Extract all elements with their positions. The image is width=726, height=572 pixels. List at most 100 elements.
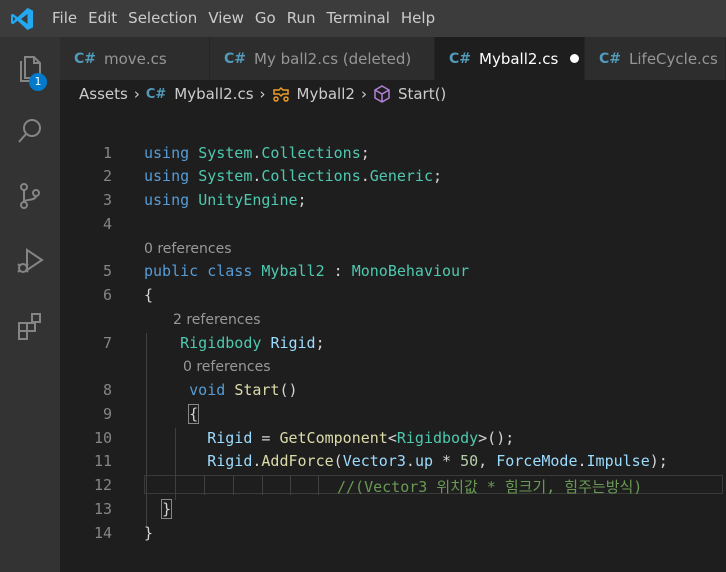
- punct: =: [261, 429, 271, 447]
- menu-help[interactable]: Help: [401, 0, 443, 37]
- line-number: 1: [102, 144, 112, 162]
- indent-guide: [204, 475, 205, 495]
- punct: );: [649, 452, 668, 470]
- property: up: [414, 452, 433, 470]
- breadcrumb-file[interactable]: Myball2.cs: [174, 85, 253, 103]
- code-line: using UnityEngine;: [144, 191, 307, 209]
- line-number: 11: [93, 452, 112, 470]
- codelens-field-references[interactable]: 2 references: [173, 312, 261, 328]
- tab-move-cs[interactable]: C# move.cs: [60, 37, 210, 80]
- namespace: Collections: [261, 167, 361, 185]
- run-debug-button[interactable]: [0, 236, 60, 286]
- codelens-method-references[interactable]: 0 references: [183, 359, 271, 375]
- csharp-file-icon: C#: [74, 50, 97, 67]
- menu-edit[interactable]: Edit: [88, 0, 125, 37]
- punct: ,: [478, 452, 488, 470]
- tab-myball2-cs[interactable]: C# Myball2.cs: [435, 37, 585, 80]
- search-button[interactable]: [0, 106, 60, 156]
- namespace: System: [198, 167, 253, 185]
- namespace: UnityEngine: [198, 191, 298, 209]
- keyword: class: [207, 262, 253, 280]
- extensions-button[interactable]: [0, 301, 60, 351]
- tab-lifecycle-cs[interactable]: C# LifeCycle.cs: [585, 37, 726, 80]
- menu-view[interactable]: View: [208, 0, 252, 37]
- punct: .: [577, 452, 587, 470]
- csharp-file-icon: C#: [145, 86, 167, 102]
- line-number: 14: [93, 524, 112, 542]
- menu-run[interactable]: Run: [287, 0, 324, 37]
- code-line: }: [144, 524, 154, 542]
- menu-go[interactable]: Go: [255, 0, 284, 37]
- title-bar: File Edit Selection View Go Run Terminal…: [0, 0, 726, 37]
- code-line: {: [144, 404, 200, 424]
- punct: (: [333, 452, 343, 470]
- punct: ;: [360, 144, 370, 162]
- namespace: Collections: [261, 144, 361, 162]
- indent-guide: [318, 475, 319, 495]
- method-name: Start: [234, 381, 280, 399]
- keyword: using: [144, 191, 190, 209]
- code-line: Rigidbody Rigid;: [144, 334, 325, 352]
- indent-guide: [233, 475, 234, 495]
- number: 50: [460, 452, 479, 470]
- line-number: 10: [93, 429, 112, 447]
- keyword: public: [144, 262, 199, 280]
- code-line: Rigid.AddForce(Vector3.up * 50, ForceMod…: [144, 452, 668, 470]
- breadcrumb: Assets › C# Myball2.cs › Myball2 › Start…: [60, 80, 726, 108]
- variable: Rigid: [207, 429, 253, 447]
- code-editor[interactable]: 1 2 3 4 5 6 7 8 9 10 11 12 13 14 using S…: [60, 108, 726, 572]
- code-line: using System.Collections;: [144, 144, 370, 162]
- punct: (): [279, 381, 298, 399]
- punct: :: [333, 262, 343, 280]
- line-number: 5: [102, 262, 112, 280]
- extensions-icon: [18, 313, 41, 340]
- variable: Rigid: [207, 452, 253, 470]
- method-symbol-icon: [374, 85, 390, 103]
- comment-line: //(Vector3 위치값 * 힘크기, 힘주는방식): [337, 478, 643, 496]
- tab-label: My ball2.cs (deleted): [254, 49, 412, 68]
- codelens-class-references[interactable]: 0 references: [144, 241, 232, 257]
- chevron-right-icon: ›: [133, 85, 140, 103]
- indent-guide: [262, 475, 263, 495]
- line-number: 9: [102, 405, 112, 423]
- class-symbol-icon: [272, 86, 289, 102]
- matched-bracket: {: [188, 404, 200, 424]
- enum-name: ForceMode: [496, 452, 578, 470]
- breadcrumb-class[interactable]: Myball2: [297, 85, 355, 103]
- explorer-badge: 1: [29, 73, 47, 91]
- punct: >();: [478, 429, 515, 447]
- tab-label: LifeCycle.cs: [629, 49, 718, 68]
- code-line: void Start(): [144, 381, 298, 399]
- source-control-button[interactable]: [0, 171, 60, 221]
- csharp-file-icon: C#: [449, 50, 472, 67]
- line-number: 3: [102, 191, 112, 209]
- base-class: MonoBehaviour: [351, 262, 470, 280]
- code-line: Rigid = GetComponent<Rigidbody>();: [144, 429, 514, 447]
- line-number: 7: [102, 334, 112, 352]
- namespace: Generic: [369, 167, 433, 185]
- method-call: AddForce: [261, 452, 334, 470]
- punct: ;: [297, 191, 307, 209]
- namespace: System: [198, 144, 253, 162]
- keyword: using: [144, 144, 190, 162]
- code-line: }: [144, 499, 173, 519]
- punct: <: [387, 429, 397, 447]
- type-name: Vector3: [342, 452, 406, 470]
- menu-selection[interactable]: Selection: [128, 0, 205, 37]
- code-line: public class Myball2 : MonoBehaviour: [144, 262, 469, 280]
- menu-terminal[interactable]: Terminal: [327, 0, 398, 37]
- menu-file[interactable]: File: [52, 0, 85, 37]
- csharp-file-icon: C#: [224, 50, 247, 67]
- line-number: 6: [102, 286, 112, 304]
- breadcrumb-folder[interactable]: Assets: [79, 85, 128, 103]
- vscode-logo-icon: [11, 8, 33, 30]
- tab-my-ball2-deleted[interactable]: C# My ball2.cs (deleted): [210, 37, 435, 80]
- breadcrumb-method[interactable]: Start(): [398, 85, 446, 103]
- unsaved-dot-icon[interactable]: [570, 54, 580, 63]
- explorer-button[interactable]: 1: [0, 43, 60, 93]
- line-number: 2: [102, 167, 112, 185]
- punct: ;: [315, 334, 325, 352]
- menu-bar: File Edit Selection View Go Run Terminal…: [52, 0, 446, 37]
- punct: ;: [433, 167, 443, 185]
- source-control-icon: [20, 183, 40, 209]
